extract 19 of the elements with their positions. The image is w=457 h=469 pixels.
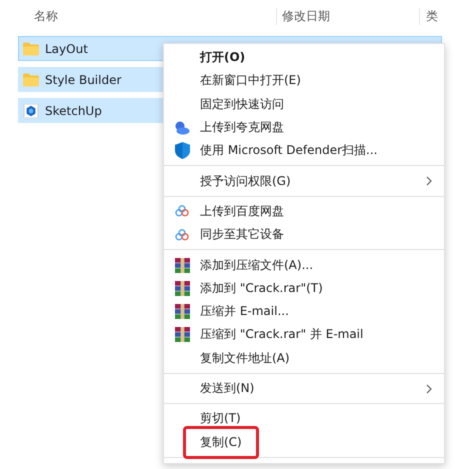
menu-label: 发送到(N) (200, 380, 254, 397)
menu-label: 上传到百度网盘 (200, 202, 284, 220)
menu-label: 授予访问权限(G) (200, 172, 291, 190)
file-name: Style Builder (45, 72, 122, 86)
menu-label: 压缩到 "Crack.rar" 并 E-mail (200, 326, 364, 344)
menu-label: 固定到快速访问 (200, 96, 284, 113)
menu-label: 添加到压缩文件(A)... (200, 256, 314, 274)
menu-label: 同步至其它设备 (200, 226, 284, 244)
menu-label: 上传到夸克网盘 (200, 119, 284, 136)
file-name: SketchUp (45, 104, 102, 118)
menu-label: 压缩并 E-mail... (200, 303, 289, 320)
file-name: LayOut (45, 42, 88, 56)
menu-label: 打开(O) (200, 49, 246, 66)
menu-label: 添加到 "Crack.rar"(T) (200, 280, 323, 297)
menu-label: 复制(C) (186, 428, 256, 456)
menu-label: 剪切(T) (200, 410, 241, 428)
menu-label: 在新窗口中打开(E) (200, 72, 301, 90)
menu-label: 使用 Microsoft Defender扫描... (200, 142, 378, 160)
menu-label: 复制文件地址(A) (200, 350, 290, 367)
